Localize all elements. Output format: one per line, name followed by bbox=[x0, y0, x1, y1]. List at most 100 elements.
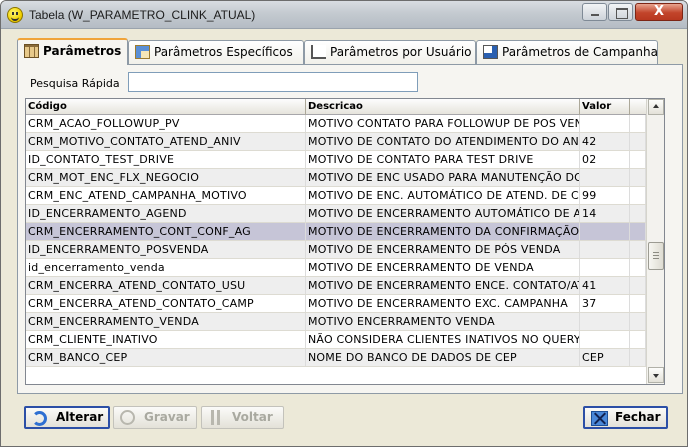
scroll-down-arrow-icon[interactable] bbox=[648, 367, 664, 383]
cell-filler bbox=[630, 205, 646, 222]
title-bar[interactable]: Tabela (W_PARAMETRO_CLINK_ATUAL) X bbox=[1, 1, 687, 29]
cell-valor bbox=[580, 241, 630, 258]
tab-parametros-por-usuario[interactable]: Parâmetros por Usuário bbox=[304, 40, 476, 64]
tab-parametros[interactable]: Parâmetros bbox=[17, 38, 128, 65]
column-header-codigo[interactable]: Código bbox=[26, 99, 306, 115]
table-row[interactable]: CRM_MOT_ENC_FLX_NEGOCIO MOTIVO DE ENC USA… bbox=[26, 169, 646, 187]
main-window: Tabela (W_PARAMETRO_CLINK_ATUAL) X Parâm… bbox=[0, 0, 688, 447]
cell-codigo: CRM_ENCERRA_ATEND_CONTATO_CAMP bbox=[26, 295, 306, 312]
cell-filler bbox=[630, 115, 646, 132]
window-title: Tabela (W_PARAMETRO_CLINK_ATUAL) bbox=[29, 8, 256, 22]
tab-parametros-de-campanha[interactable]: Parâmetros de Campanha bbox=[476, 40, 658, 64]
close-window-button[interactable]: X bbox=[635, 3, 683, 21]
specific-params-icon bbox=[135, 45, 150, 59]
scroll-up-arrow-icon[interactable] bbox=[648, 99, 664, 115]
cell-filler bbox=[630, 313, 646, 330]
scrollbar-thumb[interactable] bbox=[648, 242, 664, 270]
cell-filler bbox=[630, 151, 646, 168]
table-header: Código Descricao Valor bbox=[26, 99, 646, 115]
cell-descricao: MOTIVO CONTATO PARA FOLLOWUP DE POS VEN bbox=[308, 115, 580, 132]
cell-codigo: CRM_BANCO_CEP bbox=[26, 349, 306, 366]
cell-descricao: MOTIVO DE ENCERRAMENTO DA CONFIRMAÇÃO A bbox=[308, 223, 580, 240]
maximize-button[interactable] bbox=[608, 3, 633, 21]
cell-valor bbox=[580, 169, 630, 186]
cell-valor bbox=[580, 331, 630, 348]
tab-parametros-especificos[interactable]: Parâmetros Específicos bbox=[128, 40, 304, 64]
back-icon bbox=[211, 410, 220, 425]
cell-valor: 41 bbox=[580, 277, 630, 294]
cell-codigo: CRM_MOT_ENC_FLX_NEGOCIO bbox=[26, 169, 306, 186]
cell-descricao: MOTIVO DE ENCERRAMENTO DE PÓS VENDA bbox=[306, 241, 580, 258]
cell-descricao: MOTIVO DE ENCERRAMENTO AUTOMÁTICO DE AG bbox=[308, 205, 580, 222]
table-row[interactable]: ID_ENCERRAMENTO_AGEND MOTIVO DE ENCERRAME… bbox=[26, 205, 646, 223]
smiley-app-icon bbox=[7, 7, 23, 23]
cell-descricao: MOTIVO DE CONTATO PARA TEST DRIVE bbox=[306, 151, 580, 168]
table-row[interactable]: CRM_ENCERRAMENTO_CONT_CONF_AG MOTIVO DE E… bbox=[26, 223, 646, 241]
cell-codigo: ID_ENCERRAMENTO_POSVENDA bbox=[26, 241, 306, 258]
cell-descricao: MOTIVO DE ENC. AUTOMÁTICO DE ATEND. DE C… bbox=[308, 187, 580, 204]
cell-codigo: CRM_ENCERRAMENTO_CONT_CONF_AG bbox=[26, 223, 306, 240]
cell-descricao: NÃO CONSIDERA CLIENTES INATIVOS NO QUERY… bbox=[308, 331, 580, 348]
cell-valor bbox=[580, 115, 630, 132]
table-row[interactable]: CRM_CLIENTE_INATIVO NÃO CONSIDERA CLIENTE… bbox=[26, 331, 646, 349]
cell-filler bbox=[630, 277, 646, 294]
alterar-label: Alterar bbox=[56, 410, 104, 424]
table-row[interactable]: CRM_MOTIVO_CONTATO_ATEND_ANIV MOTIVO DE C… bbox=[26, 133, 646, 151]
table-row[interactable]: CRM_ENCERRAMENTO_VENDA MOTIVO ENCERRAMENT… bbox=[26, 313, 646, 331]
tab-label: Parâmetros por Usuário bbox=[330, 45, 472, 59]
cell-valor bbox=[580, 313, 630, 330]
cell-valor: CEP bbox=[580, 349, 630, 366]
tab-panel-parametros: Pesquisa Rápida Código Descricao Valor C… bbox=[17, 64, 683, 394]
table-row[interactable]: CRM_ENC_ATEND_CAMPANHA_MOTIVO MOTIVO DE E… bbox=[26, 187, 646, 205]
cell-descricao: MOTIVO DE CONTATO DO ATENDIMENTO DO ANI bbox=[308, 133, 580, 150]
table-row[interactable]: CRM_ENCERRA_ATEND_CONTATO_CAMP MOTIVO DE … bbox=[26, 295, 646, 313]
alterar-button[interactable]: Alterar bbox=[24, 406, 110, 429]
vertical-scrollbar[interactable] bbox=[646, 99, 664, 384]
cell-filler bbox=[630, 223, 646, 240]
cell-valor: 37 bbox=[580, 295, 630, 312]
table-body: CRM_ACAO_FOLLOWUP_PV MOTIVO CONTATO PARA … bbox=[26, 115, 646, 367]
cell-filler bbox=[630, 331, 646, 348]
column-header-valor[interactable]: Valor bbox=[580, 99, 630, 115]
gravar-button[interactable]: Gravar bbox=[113, 406, 197, 429]
fechar-label: Fechar bbox=[615, 410, 661, 424]
cell-codigo: CRM_ENC_ATEND_CAMPANHA_MOTIVO bbox=[26, 187, 306, 204]
cell-valor: 42 bbox=[580, 133, 630, 150]
cell-filler bbox=[630, 295, 646, 312]
cell-descricao: MOTIVO ENCERRAMENTO VENDA bbox=[306, 313, 580, 330]
table-row[interactable]: CRM_ENCERRA_ATEND_CONTATO_USU MOTIVO DE E… bbox=[26, 277, 646, 295]
cell-codigo: ID_ENCERRAMENTO_AGEND bbox=[26, 205, 306, 222]
table-row[interactable]: CRM_BANCO_CEP NOME DO BANCO DE DADOS DE C… bbox=[26, 349, 646, 367]
column-header-descricao[interactable]: Descricao bbox=[306, 99, 580, 115]
cell-filler bbox=[630, 259, 646, 276]
table-row[interactable]: id_encerramento_venda MOTIVO DE ENCERRAME… bbox=[26, 259, 646, 277]
cell-codigo: id_encerramento_venda bbox=[26, 259, 306, 276]
cell-descricao: NOME DO BANCO DE DADOS DE CEP bbox=[306, 349, 580, 366]
fechar-button[interactable]: Fechar bbox=[583, 406, 668, 429]
table-row[interactable]: CRM_ACAO_FOLLOWUP_PV MOTIVO CONTATO PARA … bbox=[26, 115, 646, 133]
tab-label: Parâmetros Específicos bbox=[154, 45, 293, 59]
search-label: Pesquisa Rápida bbox=[30, 77, 120, 90]
parameters-table: Código Descricao Valor CRM_ACAO_FOLLOWUP… bbox=[25, 98, 665, 385]
cell-codigo: CRM_MOTIVO_CONTATO_ATEND_ANIV bbox=[26, 133, 306, 150]
cell-codigo: CRM_ENCERRA_ATEND_CONTATO_USU bbox=[26, 277, 306, 294]
search-input[interactable] bbox=[128, 72, 418, 92]
cell-valor bbox=[580, 259, 630, 276]
table-row[interactable]: ID_CONTATO_TEST_DRIVE MOTIVO DE CONTATO P… bbox=[26, 151, 646, 169]
user-params-icon bbox=[311, 45, 326, 59]
cell-filler bbox=[630, 187, 646, 204]
tab-label: Parâmetros bbox=[43, 44, 122, 58]
refresh-icon bbox=[32, 411, 47, 426]
cell-valor bbox=[580, 223, 630, 240]
table-row[interactable]: ID_ENCERRAMENTO_POSVENDA MOTIVO DE ENCERR… bbox=[26, 241, 646, 259]
cell-codigo: CRM_ACAO_FOLLOWUP_PV bbox=[26, 115, 306, 132]
parameters-grid-icon bbox=[24, 44, 39, 58]
cell-filler bbox=[630, 133, 646, 150]
cell-filler bbox=[630, 241, 646, 258]
voltar-button[interactable]: Voltar bbox=[201, 406, 284, 429]
cell-descricao: MOTIVO DE ENC USADO PARA MANUTENÇÃO DO bbox=[308, 169, 580, 186]
cell-filler bbox=[630, 349, 646, 366]
campaign-params-icon bbox=[483, 45, 498, 59]
minimize-button[interactable] bbox=[582, 3, 607, 21]
save-icon bbox=[120, 410, 135, 425]
